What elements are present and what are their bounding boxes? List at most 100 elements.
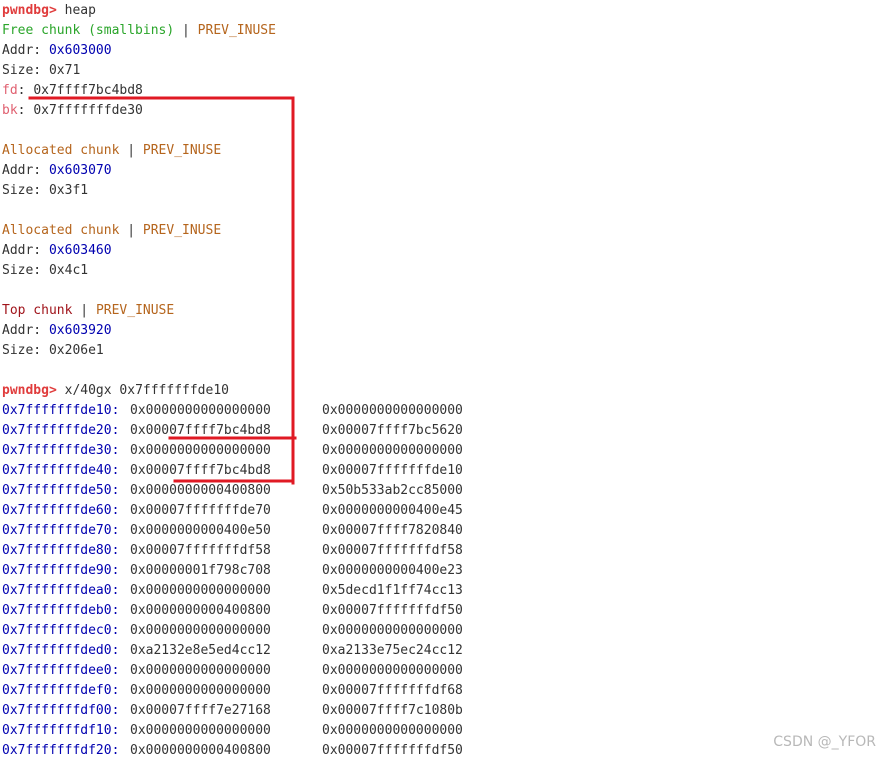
memory-address: 0x7fffffffdf10: <box>2 723 120 738</box>
command-line-examine: pwndbg> x/40gx 0x7fffffffde10 <box>2 381 872 401</box>
memory-qword-1: 0x0000000000000000 <box>130 723 271 738</box>
chunk-size-line: Size: 0x3f1 <box>2 181 872 201</box>
addr-label: Addr: <box>2 43 42 58</box>
memory-qword-1: 0xa2132e8e5ed4cc12 <box>130 643 271 658</box>
addr-label: Addr: <box>2 323 42 338</box>
chunk-size-line: Size: 0x206e1 <box>2 341 872 361</box>
memory-qword-1: 0x0000000000000000 <box>130 663 271 678</box>
addr-value: 0x603070 <box>48 163 112 178</box>
memory-address: 0x7fffffffdec0: <box>2 623 120 638</box>
memory-address: 0x7fffffffded0: <box>2 643 120 658</box>
memory-row: 0x7fffffffde30: 0x0000000000000000 0x00000… <box>2 441 872 461</box>
memory-row: 0x7fffffffde60: 0x00007fffffffde70 0x00000… <box>2 501 872 521</box>
memory-address: 0x7fffffffdf00: <box>2 703 120 718</box>
memory-qword-2: 0x0000000000000000 <box>322 663 463 678</box>
memory-qword-2: 0x0000000000000000 <box>322 723 463 738</box>
memory-row: 0x7fffffffde40: 0x00007ffff7bc4bd8 0x00007… <box>2 461 872 481</box>
memory-address: 0x7fffffffde60: <box>2 503 120 518</box>
memory-row: 0x7fffffffde90: 0x00000001f798c708 0x00000… <box>2 561 872 581</box>
memory-qword-1: 0x00007fffffffde70 <box>130 503 271 518</box>
memory-address: 0x7fffffffde90: <box>2 563 120 578</box>
memory-dump: 0x7fffffffde10: 0x0000000000000000 0x00000… <box>2 401 872 761</box>
memory-qword-1: 0x0000000000400800 <box>130 743 271 758</box>
chunk-flag: PREV_INUSE <box>142 223 222 238</box>
size-value: 0x71 <box>48 63 81 78</box>
memory-row: 0x7fffffffded0: 0xa2132e8e5ed4cc12 0xa2133… <box>2 641 872 661</box>
command-line-heap: pwndbg> heap <box>2 1 872 21</box>
terminal-output: pwndbg> heap Free chunk (smallbins) | PR… <box>2 1 872 761</box>
separator: | <box>80 303 89 318</box>
memory-qword-1: 0x0000000000400e50 <box>130 523 271 538</box>
memory-address: 0x7fffffffdeb0: <box>2 603 120 618</box>
chunk-bk-line: bk: 0x7fffffffde30 <box>2 103 143 118</box>
memory-qword-2: 0x00007fffffffdf50 <box>322 743 463 758</box>
memory-row: 0x7fffffffde80: 0x00007fffffffdf58 0x00007… <box>2 541 872 561</box>
memory-address: 0x7fffffffde10: <box>2 403 120 418</box>
memory-qword-1: 0x00007fffffffdf58 <box>130 543 271 558</box>
memory-qword-1: 0x0000000000400800 <box>130 483 271 498</box>
memory-qword-1: 0x00007ffff7bc4bd8 <box>130 423 271 438</box>
chunk-flag: PREV_INUSE <box>95 303 175 318</box>
command-text: x/40gx 0x7fffffffde10 <box>64 383 229 398</box>
memory-address: 0x7fffffffdee0: <box>2 663 120 678</box>
addr-value: 0x603920 <box>48 323 112 338</box>
memory-qword-2: 0x50b533ab2cc85000 <box>322 483 463 498</box>
fd-value: 0x7ffff7bc4bd8 <box>33 83 143 98</box>
memory-row: 0x7fffffffdeb0: 0x0000000000400800 0x00007… <box>2 601 872 621</box>
size-label: Size: <box>2 63 42 78</box>
memory-qword-2: 0x0000000000000000 <box>322 443 463 458</box>
memory-row: 0x7fffffffde10: 0x0000000000000000 0x00000… <box>2 401 872 421</box>
memory-qword-2: 0xa2133e75ec24cc12 <box>322 643 463 658</box>
memory-qword-2: 0x00007fffffffde10 <box>322 463 463 478</box>
memory-qword-1: 0x00007ffff7bc4bd8 <box>130 463 271 478</box>
chunk-flag: PREV_INUSE <box>197 23 276 38</box>
memory-qword-2: 0x5decd1f1ff74cc13 <box>322 583 463 598</box>
chunk-size-line: Size: 0x4c1 <box>2 261 872 281</box>
memory-qword-1: 0x00007ffff7e27168 <box>130 703 271 718</box>
memory-row: 0x7fffffffde70: 0x0000000000400e50 0x00007… <box>2 521 872 541</box>
memory-qword-1: 0x0000000000000000 <box>130 583 271 598</box>
addr-value: 0x603460 <box>48 243 112 258</box>
allocated-chunk-header: Allocated chunk | PREV_INUSE <box>2 221 872 241</box>
memory-address: 0x7fffffffde30: <box>2 443 120 458</box>
memory-row: 0x7fffffffdf20: 0x0000000000400800 0x00007… <box>2 741 872 761</box>
memory-row: 0x7fffffffdef0: 0x0000000000000000 0x00007… <box>2 681 872 701</box>
prompt: pwndbg> <box>2 383 57 398</box>
size-value: 0x206e1 <box>48 343 104 358</box>
addr-label: Addr: <box>2 163 42 178</box>
memory-qword-2: 0x0000000000000000 <box>322 623 463 638</box>
prompt: pwndbg> <box>2 3 57 18</box>
size-label: Size: <box>2 263 42 278</box>
separator: | <box>127 143 136 158</box>
memory-qword-2: 0x00007ffff7bc5620 <box>322 423 463 438</box>
memory-qword-1: 0x0000000000000000 <box>130 683 271 698</box>
chunk-title: Free chunk (smallbins) <box>2 23 175 38</box>
memory-address: 0x7fffffffde70: <box>2 523 120 538</box>
memory-address: 0x7fffffffde50: <box>2 483 120 498</box>
top-chunk-header: Top chunk | PREV_INUSE <box>2 301 872 321</box>
memory-row: 0x7fffffffde20: 0x00007ffff7bc4bd8 0x00007… <box>2 421 872 441</box>
fd-label: fd <box>2 83 18 98</box>
memory-address: 0x7fffffffdef0: <box>2 683 120 698</box>
memory-qword-2: 0x0000000000400e45 <box>322 503 463 518</box>
memory-address: 0x7fffffffde20: <box>2 423 120 438</box>
memory-qword-2: 0x00007fffffffdf50 <box>322 603 463 618</box>
memory-qword-2: 0x00007fffffffdf58 <box>322 543 463 558</box>
chunk-title: Allocated chunk <box>2 143 120 158</box>
addr-label: Addr: <box>2 243 42 258</box>
chunk-addr-line: Addr: 0x603070 <box>2 161 872 181</box>
chunk-addr-line: Addr: 0x603460 <box>2 241 872 261</box>
chunk-size-line: Size: 0x71 <box>2 61 872 81</box>
size-value: 0x3f1 <box>48 183 89 198</box>
chunk-fd-line: fd: 0x7ffff7bc4bd8 <box>2 83 143 98</box>
free-chunk-header: Free chunk (smallbins) | PREV_INUSE <box>2 21 872 41</box>
memory-qword-2: 0x0000000000400e23 <box>322 563 463 578</box>
watermark: CSDN @_YFOR <box>773 734 876 750</box>
memory-row: 0x7fffffffdec0: 0x0000000000000000 0x00000… <box>2 621 872 641</box>
memory-qword-2: 0x00007fffffffdf68 <box>322 683 463 698</box>
memory-row: 0x7fffffffde50: 0x0000000000400800 0x50b53… <box>2 481 872 501</box>
memory-address: 0x7fffffffdea0: <box>2 583 120 598</box>
